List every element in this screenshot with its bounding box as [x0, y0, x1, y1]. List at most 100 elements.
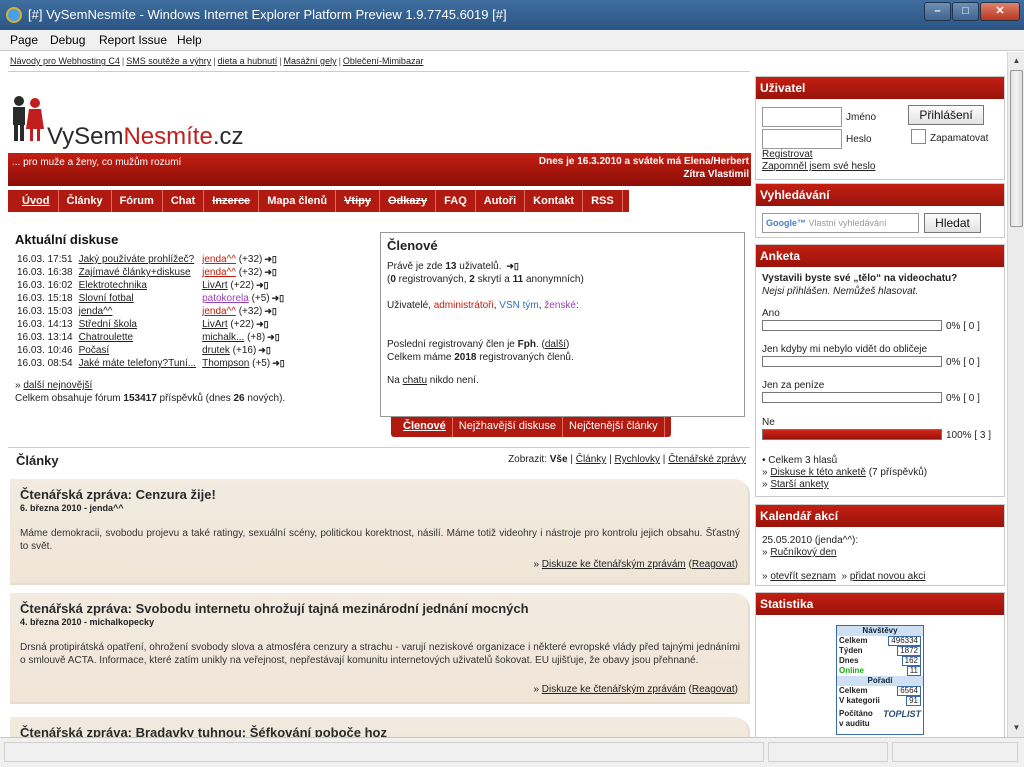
discussion-user-link[interactable]: patokorela — [202, 293, 249, 304]
article-meta: 4. března 2010 - michalkopecky — [20, 617, 155, 627]
minimize-button[interactable]: – — [924, 2, 951, 21]
menu-report-issue[interactable]: Report Issue — [99, 33, 167, 47]
chat-link[interactable]: chatu — [403, 375, 427, 386]
filter-quick[interactable]: Rychlovky — [614, 454, 660, 465]
username-label: Jméno — [846, 112, 877, 123]
box-title: Statistika — [756, 593, 1004, 615]
nav-tab-odkazy[interactable]: Odkazy — [380, 190, 437, 212]
article-footer: » Diskuze ke čtenářským zprávám (Reagova… — [533, 559, 738, 570]
remember-checkbox[interactable] — [911, 129, 926, 144]
discussion-link[interactable]: Diskuze ke čtenářským zprávám — [542, 559, 686, 570]
discussion-user-link[interactable]: LivArt — [202, 280, 228, 291]
discussion-count: (+5) — [248, 293, 270, 304]
arrow-doc-icon[interactable]: ➜▯ — [267, 332, 280, 343]
close-button[interactable]: ✕ — [980, 2, 1020, 21]
arrow-doc-icon[interactable]: ➜▯ — [256, 280, 269, 291]
add-event-link[interactable]: přidat novou akci — [850, 571, 926, 582]
nav-tab-faq[interactable]: FAQ — [436, 190, 476, 212]
search-button[interactable]: Hledat — [924, 213, 981, 233]
menu-debug[interactable]: Debug — [50, 33, 85, 47]
top-link[interactable]: SMS soutěže a výhry — [126, 56, 211, 66]
more-members-link[interactable]: další — [545, 339, 566, 350]
arrow-doc-icon[interactable]: ➜▯ — [272, 293, 285, 304]
arrow-doc-icon[interactable]: ➜▯ — [264, 306, 277, 317]
maximize-button[interactable]: □ — [952, 2, 979, 21]
arrow-doc-icon[interactable]: ➜▯ — [256, 319, 269, 330]
discussion-link[interactable]: Diskuze ke čtenářským zprávám — [542, 684, 686, 695]
search-input[interactable]: Google™ Vlastní vyhledávání — [762, 213, 919, 233]
discussion-topic-link[interactable]: Počasí — [79, 345, 110, 356]
scroll-down-icon[interactable]: ▼ — [1009, 720, 1024, 736]
discussion-user-link[interactable]: jenda^^ — [202, 254, 236, 265]
filter-reader-reports[interactable]: Čtenářské zprávy — [668, 454, 746, 465]
nav-tab-kontakt[interactable]: Kontakt — [525, 190, 584, 212]
password-input[interactable] — [762, 129, 842, 149]
discussion-user-link[interactable]: Thompson — [202, 358, 249, 369]
stat-row: V kategorii 91 — [837, 696, 923, 706]
arrow-doc-icon[interactable]: ➜▯ — [264, 267, 277, 278]
top-link[interactable]: dieta a hubnutí — [218, 56, 278, 66]
discussion-row: 16.03. 15:18 Slovní fotbal patokorela (+5)… — [15, 292, 289, 305]
filter-articles[interactable]: Články — [576, 454, 607, 465]
vertical-scrollbar[interactable]: ▲ ▼ — [1007, 52, 1024, 737]
nav-tab-clanky[interactable]: Články — [59, 190, 112, 212]
nav-tab-uvod[interactable]: Úvod — [14, 190, 59, 212]
discussion-user-link[interactable]: LivArt — [202, 319, 228, 330]
open-list-link[interactable]: otevřít seznam — [770, 571, 836, 582]
discussion-topic-link[interactable]: Slovní fotbal — [79, 293, 134, 304]
forgot-password-link[interactable]: Zapomněl jsem své heslo — [762, 161, 875, 172]
nav-tab-rss[interactable]: RSS — [583, 190, 623, 212]
article-title[interactable]: Čtenářská zpráva: Svobodu internetu ohro… — [20, 601, 740, 616]
filter-all[interactable]: Vše — [550, 454, 568, 465]
nav-tab-inzerce[interactable]: Inzerce — [204, 190, 260, 212]
section-title: Aktuální diskuse — [15, 232, 119, 247]
menu-page[interactable]: Page — [10, 33, 38, 47]
arrow-doc-icon[interactable]: ➜▯ — [506, 260, 519, 273]
discussion-user-link[interactable]: jenda^^ — [202, 267, 236, 278]
nav-tab-forum[interactable]: Fórum — [112, 190, 163, 212]
top-link[interactable]: Oblečení-Mimibazar — [343, 56, 424, 66]
discussion-topic-link[interactable]: jenda^^ — [79, 306, 113, 317]
username-input[interactable] — [762, 107, 842, 127]
discussion-topic-link[interactable]: Jaké máte telefony?Tuní... — [79, 358, 196, 369]
discussion-user-link[interactable]: drutek — [202, 345, 230, 356]
tab-hottest-discussions[interactable]: Nejžhavější diskuse — [453, 417, 564, 437]
nav-tab-vtipy[interactable]: Vtipy — [336, 190, 380, 212]
discussion-topic-link[interactable]: Střední škola — [79, 319, 137, 330]
menu-help[interactable]: Help — [177, 33, 202, 47]
nav-tab-mapa-clenu[interactable]: Mapa členů — [259, 190, 337, 212]
poll-bar — [762, 356, 942, 367]
login-button[interactable]: Přihlášení — [908, 105, 984, 125]
scroll-up-icon[interactable]: ▲ — [1009, 53, 1024, 69]
top-link[interactable]: Návody pro Webhosting C4 — [10, 56, 120, 66]
poll-option-label: Ano — [762, 308, 780, 319]
discussion-topic-link[interactable]: Elektrotechnika — [79, 280, 147, 291]
tab-most-read-articles[interactable]: Nejčtenější články — [563, 417, 665, 437]
discussion-user-link[interactable]: michalk... — [202, 332, 244, 343]
more-link[interactable]: další nejnovější — [23, 380, 92, 391]
scroll-thumb[interactable] — [1010, 70, 1023, 227]
discussion-topic-link[interactable]: Chatroulette — [79, 332, 133, 343]
arrow-doc-icon[interactable]: ➜▯ — [272, 358, 285, 369]
discussion-user-link[interactable]: jenda^^ — [202, 306, 236, 317]
older-polls-link[interactable]: Starší ankety — [770, 479, 828, 490]
tab-members[interactable]: Členové — [397, 417, 453, 437]
article-title[interactable]: Čtenářská zpráva: Cenzura žije! — [20, 487, 740, 502]
stat-row: Celkem 6564 — [837, 686, 923, 696]
discussion-topic-link[interactable]: Jaký používáte prohlížeč? — [79, 254, 195, 265]
status-zone — [768, 742, 888, 762]
article-title[interactable]: Čtenářská zpráva: Bradavky tuhnou: Šéfko… — [20, 725, 740, 737]
nav-tab-chat[interactable]: Chat — [163, 190, 205, 212]
toplist-counter[interactable]: Návštěvy Celkem 496334 Týden 1872 Dnes 162 … — [836, 625, 924, 735]
poll-discussion-link[interactable]: Diskuse k této anketě — [770, 467, 866, 478]
arrow-doc-icon[interactable]: ➜▯ — [264, 254, 277, 265]
event-link[interactable]: Ručníkový den — [770, 547, 836, 558]
discussion-count: (+16) — [229, 345, 257, 356]
react-link[interactable]: Reagovat — [692, 559, 735, 570]
top-link[interactable]: Masážní gely — [284, 56, 337, 66]
arrow-doc-icon[interactable]: ➜▯ — [258, 345, 271, 356]
react-link[interactable]: Reagovat — [692, 684, 735, 695]
register-link[interactable]: Registrovat — [762, 149, 813, 160]
nav-tab-autori[interactable]: Autoři — [476, 190, 526, 212]
discussion-topic-link[interactable]: Zajímavé články+diskuse — [79, 267, 191, 278]
